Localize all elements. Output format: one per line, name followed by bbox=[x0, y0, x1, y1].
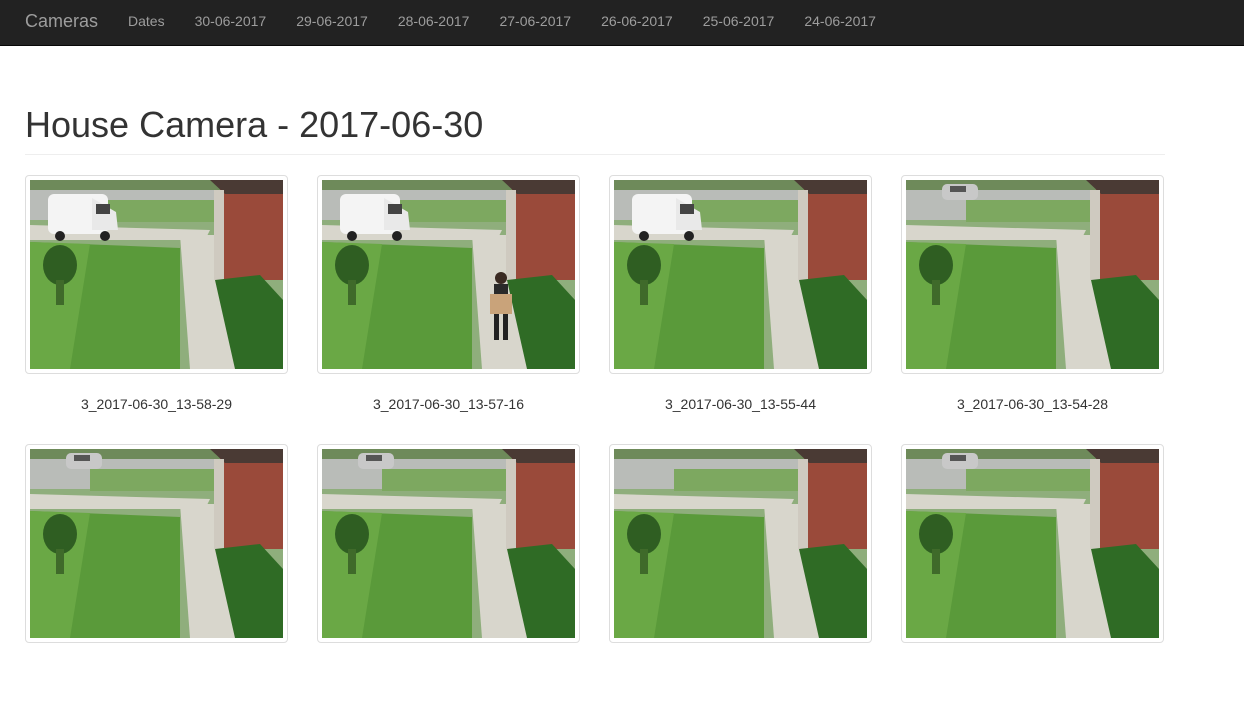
snapshot-thumbnail[interactable] bbox=[317, 444, 580, 643]
nav-item-date[interactable]: 30-06-2017 bbox=[180, 0, 282, 46]
navbar-brand[interactable]: Cameras bbox=[25, 11, 98, 31]
snapshot-thumbnail[interactable] bbox=[317, 175, 580, 374]
snapshot-tile[interactable] bbox=[317, 444, 580, 713]
camera-snapshot-image bbox=[614, 180, 867, 369]
snapshot-tile[interactable]: 3_2017-06-30_13-55-44 bbox=[609, 175, 872, 444]
snapshot-tile[interactable]: 3_2017-06-30_13-58-29 bbox=[25, 175, 288, 444]
nav-item-date[interactable]: 28-06-2017 bbox=[383, 0, 485, 46]
nav-item-date[interactable]: 26-06-2017 bbox=[586, 0, 688, 46]
snapshot-thumbnail[interactable] bbox=[901, 175, 1164, 374]
camera-snapshot-image bbox=[30, 180, 283, 369]
snapshot-grid: 3_2017-06-30_13-58-29 3_2017-06-30_13-57… bbox=[25, 175, 1165, 713]
snapshot-caption[interactable]: 3_2017-06-30_13-54-28 bbox=[901, 396, 1164, 412]
camera-snapshot-image bbox=[322, 449, 575, 638]
camera-snapshot-image bbox=[614, 449, 867, 638]
camera-snapshot-image bbox=[906, 449, 1159, 638]
nav-item-dates[interactable]: Dates bbox=[113, 0, 180, 46]
camera-snapshot-image bbox=[322, 180, 575, 369]
snapshot-tile[interactable]: 3_2017-06-30_13-54-28 bbox=[901, 175, 1164, 444]
snapshot-tile[interactable] bbox=[609, 444, 872, 713]
snapshot-tile[interactable] bbox=[901, 444, 1164, 713]
snapshot-thumbnail[interactable] bbox=[901, 444, 1164, 643]
main-content: House Camera - 2017-06-30 3_2017-06-30_1… bbox=[25, 46, 1165, 713]
snapshot-tile[interactable] bbox=[25, 444, 288, 713]
nav-item-date[interactable]: 29-06-2017 bbox=[281, 0, 383, 46]
camera-snapshot-image bbox=[906, 180, 1159, 369]
snapshot-caption[interactable]: 3_2017-06-30_13-55-44 bbox=[609, 396, 872, 412]
snapshot-tile[interactable]: 3_2017-06-30_13-57-16 bbox=[317, 175, 580, 444]
page-header: House Camera - 2017-06-30 bbox=[25, 105, 1165, 155]
nav-item-date[interactable]: 24-06-2017 bbox=[789, 0, 891, 46]
snapshot-thumbnail[interactable] bbox=[25, 444, 288, 643]
navbar: Cameras Dates 30-06-2017 29-06-2017 28-0… bbox=[0, 0, 1244, 46]
nav-item-date[interactable]: 25-06-2017 bbox=[688, 0, 790, 46]
snapshot-thumbnail[interactable] bbox=[609, 444, 872, 643]
nav-item-date[interactable]: 27-06-2017 bbox=[484, 0, 586, 46]
snapshot-thumbnail[interactable] bbox=[25, 175, 288, 374]
page-title: House Camera - 2017-06-30 bbox=[25, 104, 484, 145]
snapshot-thumbnail[interactable] bbox=[609, 175, 872, 374]
camera-snapshot-image bbox=[30, 449, 283, 638]
snapshot-caption[interactable]: 3_2017-06-30_13-57-16 bbox=[317, 396, 580, 412]
navbar-menu: Dates 30-06-2017 29-06-2017 28-06-2017 2… bbox=[113, 0, 891, 46]
snapshot-caption[interactable]: 3_2017-06-30_13-58-29 bbox=[25, 396, 288, 412]
